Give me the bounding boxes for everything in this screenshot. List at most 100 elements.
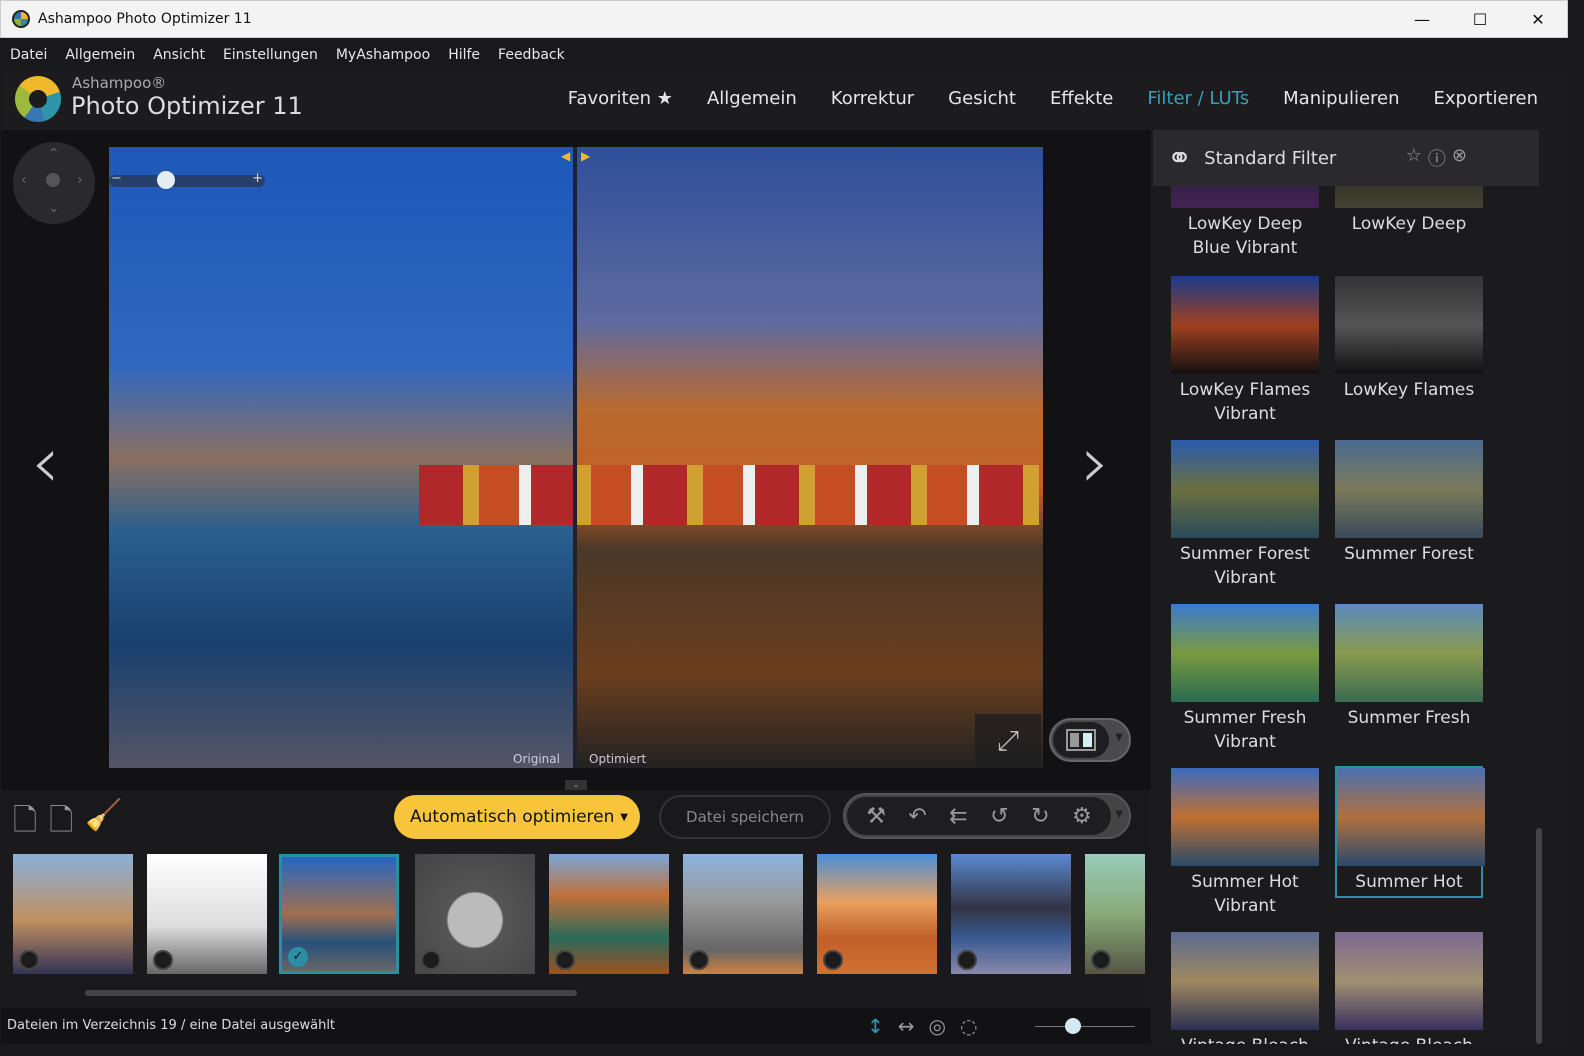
filter-label: LowKey Flames Vibrant [1179, 380, 1311, 424]
divider-right-arrow-icon[interactable]: ▶ [581, 149, 590, 163]
pan-joystick[interactable]: ⌃ ⌄ ‹ › [13, 142, 95, 224]
filter-item[interactable]: LowKey Flames [1335, 276, 1483, 402]
menu-ansicht[interactable]: Ansicht [153, 47, 205, 63]
select-circle[interactable] [19, 950, 39, 970]
menu-einstellungen[interactable]: Einstellungen [223, 47, 318, 63]
menu-bar: Datei Allgemein Ansicht Einstellungen My… [1, 38, 1568, 72]
tab-allgemein[interactable]: Allgemein [707, 88, 797, 109]
thumbnail[interactable] [147, 854, 267, 974]
menu-feedback[interactable]: Feedback [498, 47, 565, 63]
pan-right-icon[interactable]: › [77, 172, 83, 188]
clear-broom-icon[interactable]: 🧹 [85, 798, 122, 849]
thumbnail[interactable] [683, 854, 803, 974]
filter-preview [1171, 276, 1319, 374]
favorite-star-icon[interactable]: ☆ [1406, 145, 1422, 171]
filter-label: Vintage Bleach [1345, 1036, 1473, 1044]
thumbnail[interactable] [549, 854, 669, 974]
filter-label: Summer Forest Vibrant [1180, 544, 1310, 588]
divider-left-arrow-icon[interactable]: ◀ [561, 149, 570, 163]
fit-horizontal-icon[interactable]: ↔ [898, 1014, 915, 1038]
photo-compare-view[interactable]: ◀ ▶ − + Original Optimiert [109, 147, 1043, 768]
compare-divider-handle[interactable] [573, 147, 577, 768]
select-circle[interactable] [1091, 950, 1111, 970]
minimize-button[interactable]: — [1393, 1, 1451, 37]
select-circle[interactable] [689, 950, 709, 970]
chevron-down-icon[interactable]: ▼ [620, 812, 628, 823]
undo-all-icon[interactable]: ⇇ [949, 804, 967, 829]
chevron-down-icon[interactable]: ▼ [1115, 809, 1123, 820]
filmstrip-scrollbar[interactable] [85, 990, 577, 996]
add-file-icon[interactable]: 🗋 [13, 798, 37, 849]
filter-item[interactable]: LowKey Deep Blue Vibrant [1171, 186, 1319, 260]
filter-item-selected[interactable]: Summer Hot [1335, 766, 1485, 898]
menu-hilfe[interactable]: Hilfe [448, 47, 480, 63]
gear-icon[interactable]: ⚙ [1072, 804, 1092, 829]
filter-item[interactable]: Summer Forest [1335, 440, 1483, 566]
help-icon[interactable]: ⓘ [1428, 145, 1446, 171]
tab-effekte[interactable]: Effekte [1050, 88, 1113, 109]
tab-gesicht[interactable]: Gesicht [948, 88, 1016, 109]
thumbnail[interactable] [13, 854, 133, 974]
filter-item[interactable]: Vintage Bleach [1335, 932, 1483, 1044]
tab-exportieren[interactable]: Exportieren [1434, 88, 1538, 109]
product-name: Photo Optimizer 11 [71, 92, 303, 120]
zoom-out-icon[interactable]: − [111, 171, 122, 186]
view-mode-button[interactable]: ▼ [1049, 718, 1131, 762]
add-folder-icon[interactable]: 🗋 [49, 798, 73, 849]
menu-datei[interactable]: Datei [10, 47, 47, 63]
previous-image-button[interactable]: ‹ [31, 420, 60, 504]
thumbnail[interactable] [1085, 854, 1145, 974]
thumbnail[interactable] [951, 854, 1071, 974]
tab-favoriten[interactable]: Favoriten ★ [568, 88, 673, 109]
select-circle[interactable] [421, 950, 441, 970]
rotate-left-90-icon[interactable]: ↺ [990, 804, 1008, 829]
save-file-button[interactable]: Datei speichern [659, 795, 831, 839]
pan-up-icon[interactable]: ⌃ [48, 146, 60, 162]
thumbnail[interactable] [415, 854, 535, 974]
select-circle[interactable] [555, 950, 575, 970]
select-all-icon[interactable]: ◎ [929, 1014, 946, 1038]
check-icon[interactable]: ✓ [288, 947, 308, 967]
filter-item[interactable]: Summer Forest Vibrant [1171, 440, 1319, 590]
pan-left-icon[interactable]: ‹ [21, 172, 27, 188]
zoom-slider[interactable]: − + [109, 171, 265, 189]
magic-wand-icon[interactable]: ⚒ [866, 804, 886, 829]
thumbnail[interactable] [817, 854, 937, 974]
tab-korrektur[interactable]: Korrektur [831, 88, 914, 109]
undo-icon[interactable]: ↶ [908, 804, 926, 829]
zoom-in-icon[interactable]: + [252, 171, 263, 186]
filter-item[interactable]: LowKey Flames Vibrant [1171, 276, 1319, 426]
deselect-icon[interactable]: ◌ [960, 1014, 977, 1038]
auto-optimize-button[interactable]: Automatisch optimieren ▼ [394, 795, 640, 839]
tab-manipulieren[interactable]: Manipulieren [1283, 88, 1399, 109]
chevron-down-icon[interactable]: ▼ [1115, 732, 1123, 743]
filter-label: Summer Hot Vibrant [1191, 872, 1299, 916]
optimized-photo [575, 147, 1043, 768]
pan-center-icon[interactable] [46, 173, 60, 187]
filter-item[interactable]: LowKey Deep [1335, 186, 1483, 236]
close-button[interactable]: ✕ [1509, 1, 1567, 37]
filter-panel-scrollbar[interactable] [1536, 828, 1542, 1044]
thumbnail-selected[interactable]: ✓ [279, 854, 399, 974]
fullscreen-icon[interactable]: ⤢ [975, 714, 1041, 768]
thumbnail-size-slider[interactable] [1035, 1018, 1135, 1034]
close-icon[interactable]: ⊗ [1452, 145, 1467, 171]
filter-item[interactable]: Summer Fresh Vibrant [1171, 604, 1319, 754]
next-image-button[interactable]: › [1081, 420, 1110, 504]
pan-down-icon[interactable]: ⌄ [48, 200, 60, 216]
zoom-slider-knob[interactable] [157, 171, 175, 189]
maximize-button[interactable]: ☐ [1451, 1, 1509, 37]
fit-vertical-icon[interactable]: ↕ [867, 1014, 884, 1038]
filter-item[interactable]: Vintage Bleach [1171, 932, 1319, 1044]
select-circle[interactable] [153, 950, 173, 970]
select-circle[interactable] [957, 950, 977, 970]
thumbnail-size-knob[interactable] [1065, 1018, 1081, 1034]
rotate-right-90-icon[interactable]: ↻ [1031, 804, 1049, 829]
tab-filter-luts[interactable]: Filter / LUTs [1147, 88, 1249, 109]
collapse-toggle[interactable]: ⌄ [565, 780, 587, 790]
filter-item[interactable]: Summer Hot Vibrant [1171, 768, 1319, 918]
select-circle[interactable] [823, 950, 843, 970]
filter-item[interactable]: Summer Fresh [1335, 604, 1483, 730]
menu-myashampoo[interactable]: MyAshampoo [336, 47, 430, 63]
menu-allgemein[interactable]: Allgemein [65, 47, 135, 63]
